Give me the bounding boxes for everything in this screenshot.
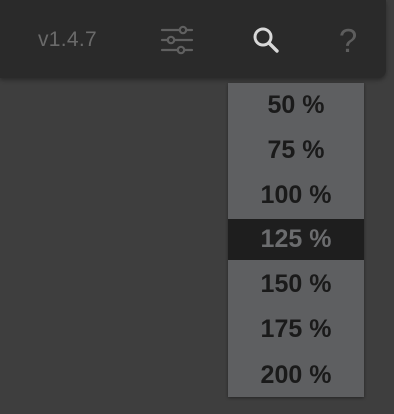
zoom-option-150[interactable]: 150 % [228,264,364,305]
zoom-option-100[interactable]: 100 % [228,175,364,216]
zoom-dropdown-menu: 50 % 75 % 100 % 125 % 150 % 175 % 200 % [228,83,364,397]
help-glyph: ? [338,21,358,59]
help-icon[interactable]: ? [328,20,368,60]
zoom-option-200[interactable]: 200 % [228,355,364,396]
settings-sliders-icon[interactable] [157,20,197,60]
zoom-option-50[interactable]: 50 % [228,85,364,126]
top-toolbar: v1.4.7 ? [0,0,386,78]
version-label: v1.4.7 [38,28,98,51]
zoom-option-175[interactable]: 175 % [228,309,364,350]
zoom-option-125-selected[interactable]: 125 % [228,219,364,260]
zoom-option-75[interactable]: 75 % [228,130,364,171]
search-icon[interactable] [246,20,286,60]
